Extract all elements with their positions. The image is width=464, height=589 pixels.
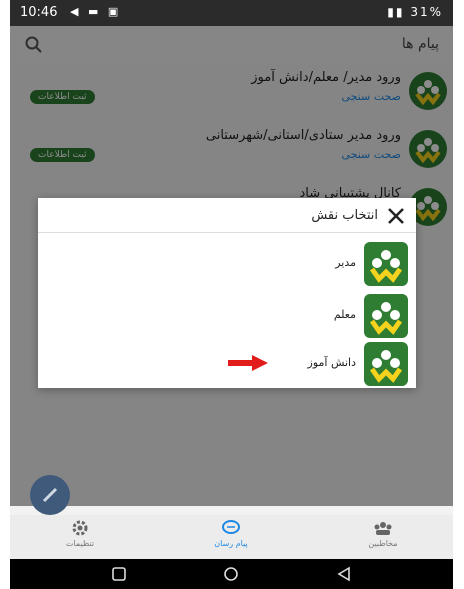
android-nav-bar [10, 559, 453, 589]
battery-level: 31% [410, 5, 443, 19]
pencil-icon [42, 487, 58, 503]
role-option-manager[interactable]: مدیر [38, 238, 416, 288]
role-label: مدیر [335, 256, 356, 269]
dialog-title: انتخاب نقش [311, 208, 378, 223]
home-icon[interactable] [222, 565, 240, 583]
role-select-dialog: انتخاب نقش مدیر معلم دانش آموز [38, 198, 416, 388]
bottom-nav: تنظیمات پیام رسان مخاطبین [10, 515, 453, 559]
nav-label: تنظیمات [65, 539, 95, 548]
role-label: معلم [333, 308, 356, 321]
contacts-icon [374, 522, 392, 535]
phone-screen: 10:46 ◀ ▬ ▣ ▮▮ 31% پیام ها ورود مدیر/ مع… [10, 0, 453, 589]
status-bar: 10:46 ◀ ▬ ▣ ▮▮ 31% [10, 0, 453, 26]
signal-icon: ▮▮ [387, 5, 405, 19]
nav-label: پیام رسان [214, 539, 248, 548]
role-option-teacher[interactable]: معلم [38, 290, 416, 340]
role-option-student[interactable]: دانش آموز [38, 338, 416, 388]
shad-logo [364, 242, 408, 286]
close-icon[interactable] [384, 204, 408, 228]
shad-logo [364, 294, 408, 338]
shad-logo [364, 342, 408, 386]
nav-label: مخاطبین [368, 539, 398, 548]
role-label: دانش آموز [307, 356, 356, 369]
divider [38, 232, 416, 233]
gear-icon [72, 520, 88, 536]
chat-icon [222, 520, 240, 534]
nav-settings[interactable]: تنظیمات [40, 517, 120, 548]
status-right: ▮▮ 31% [387, 5, 443, 19]
compose-button[interactable] [30, 475, 70, 515]
back-icon[interactable] [335, 565, 353, 583]
nav-contacts[interactable]: مخاطبین [343, 517, 423, 548]
nav-messenger[interactable]: پیام رسان [191, 517, 271, 548]
recent-apps-icon[interactable] [110, 565, 128, 583]
status-time: 10:46 [20, 5, 58, 20]
red-arrow-icon [228, 355, 268, 371]
notification-icons: ◀ ▬ ▣ [70, 5, 122, 18]
